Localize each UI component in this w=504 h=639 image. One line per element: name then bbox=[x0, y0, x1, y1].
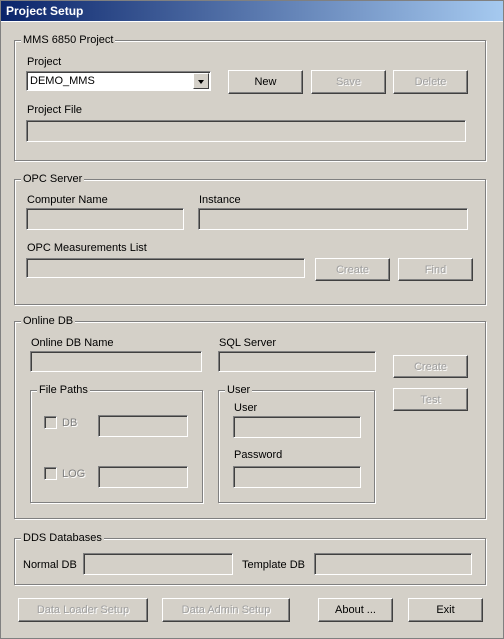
log-path-field[interactable] bbox=[98, 466, 188, 488]
user-field[interactable] bbox=[233, 416, 361, 438]
db-path-field[interactable] bbox=[98, 415, 188, 437]
about-button[interactable]: About ... bbox=[318, 598, 393, 622]
opc-measurements-label: OPC Measurements List bbox=[27, 242, 147, 254]
window-title: Project Setup bbox=[6, 4, 84, 18]
new-project-button[interactable]: New bbox=[228, 70, 303, 94]
project-file-field[interactable] bbox=[26, 120, 466, 142]
normal-db-field[interactable] bbox=[83, 553, 233, 575]
mms-project-group: MMS 6850 Project bbox=[14, 33, 486, 161]
file-paths-group-label: File Paths bbox=[37, 383, 90, 397]
delete-project-button[interactable]: Delete bbox=[393, 70, 468, 94]
instance-field[interactable] bbox=[198, 208, 468, 230]
online-db-create-button[interactable]: Create bbox=[393, 355, 468, 378]
password-field[interactable] bbox=[233, 466, 361, 488]
password-label: Password bbox=[234, 449, 283, 461]
sql-server-label: SQL Server bbox=[219, 337, 277, 349]
title-bar[interactable]: Project Setup bbox=[0, 0, 504, 22]
log-path-label: LOG bbox=[62, 468, 86, 480]
instance-label: Instance bbox=[199, 194, 241, 206]
online-db-group-label: Online DB bbox=[21, 314, 76, 328]
mms-project-group-label: MMS 6850 Project bbox=[21, 33, 116, 47]
user-group-label: User bbox=[225, 383, 253, 397]
project-file-label: Project File bbox=[27, 104, 83, 116]
user-label: User bbox=[234, 402, 258, 414]
log-path-checkbox[interactable] bbox=[44, 467, 57, 480]
online-db-name-label: Online DB Name bbox=[31, 337, 114, 349]
online-db-name-field[interactable] bbox=[30, 351, 202, 372]
exit-button[interactable]: Exit bbox=[408, 598, 483, 622]
save-project-button[interactable]: Save bbox=[311, 70, 386, 94]
dds-databases-group-label: DDS Databases bbox=[21, 531, 104, 545]
data-admin-setup-button[interactable]: Data Admin Setup bbox=[162, 598, 290, 622]
opc-find-button[interactable]: Find bbox=[398, 258, 473, 281]
sql-server-field[interactable] bbox=[218, 351, 376, 372]
chevron-down-icon[interactable] bbox=[193, 73, 209, 89]
db-path-label: DB bbox=[62, 417, 78, 429]
computer-name-field[interactable] bbox=[26, 208, 184, 230]
online-db-test-button[interactable]: Test bbox=[393, 388, 468, 411]
project-select[interactable]: DEMO_MMS bbox=[26, 71, 211, 91]
normal-db-label: Normal DB bbox=[23, 559, 77, 571]
template-db-field[interactable] bbox=[314, 553, 472, 575]
project-select-value: DEMO_MMS bbox=[30, 75, 95, 87]
computer-name-label: Computer Name bbox=[27, 194, 108, 206]
opc-create-button[interactable]: Create bbox=[315, 258, 390, 281]
data-loader-setup-button[interactable]: Data Loader Setup bbox=[18, 598, 148, 622]
db-path-checkbox[interactable] bbox=[44, 416, 57, 429]
opc-server-group-label: OPC Server bbox=[21, 172, 85, 186]
project-label: Project bbox=[27, 56, 62, 68]
template-db-label: Template DB bbox=[242, 559, 305, 571]
opc-measurements-field[interactable] bbox=[26, 258, 305, 278]
